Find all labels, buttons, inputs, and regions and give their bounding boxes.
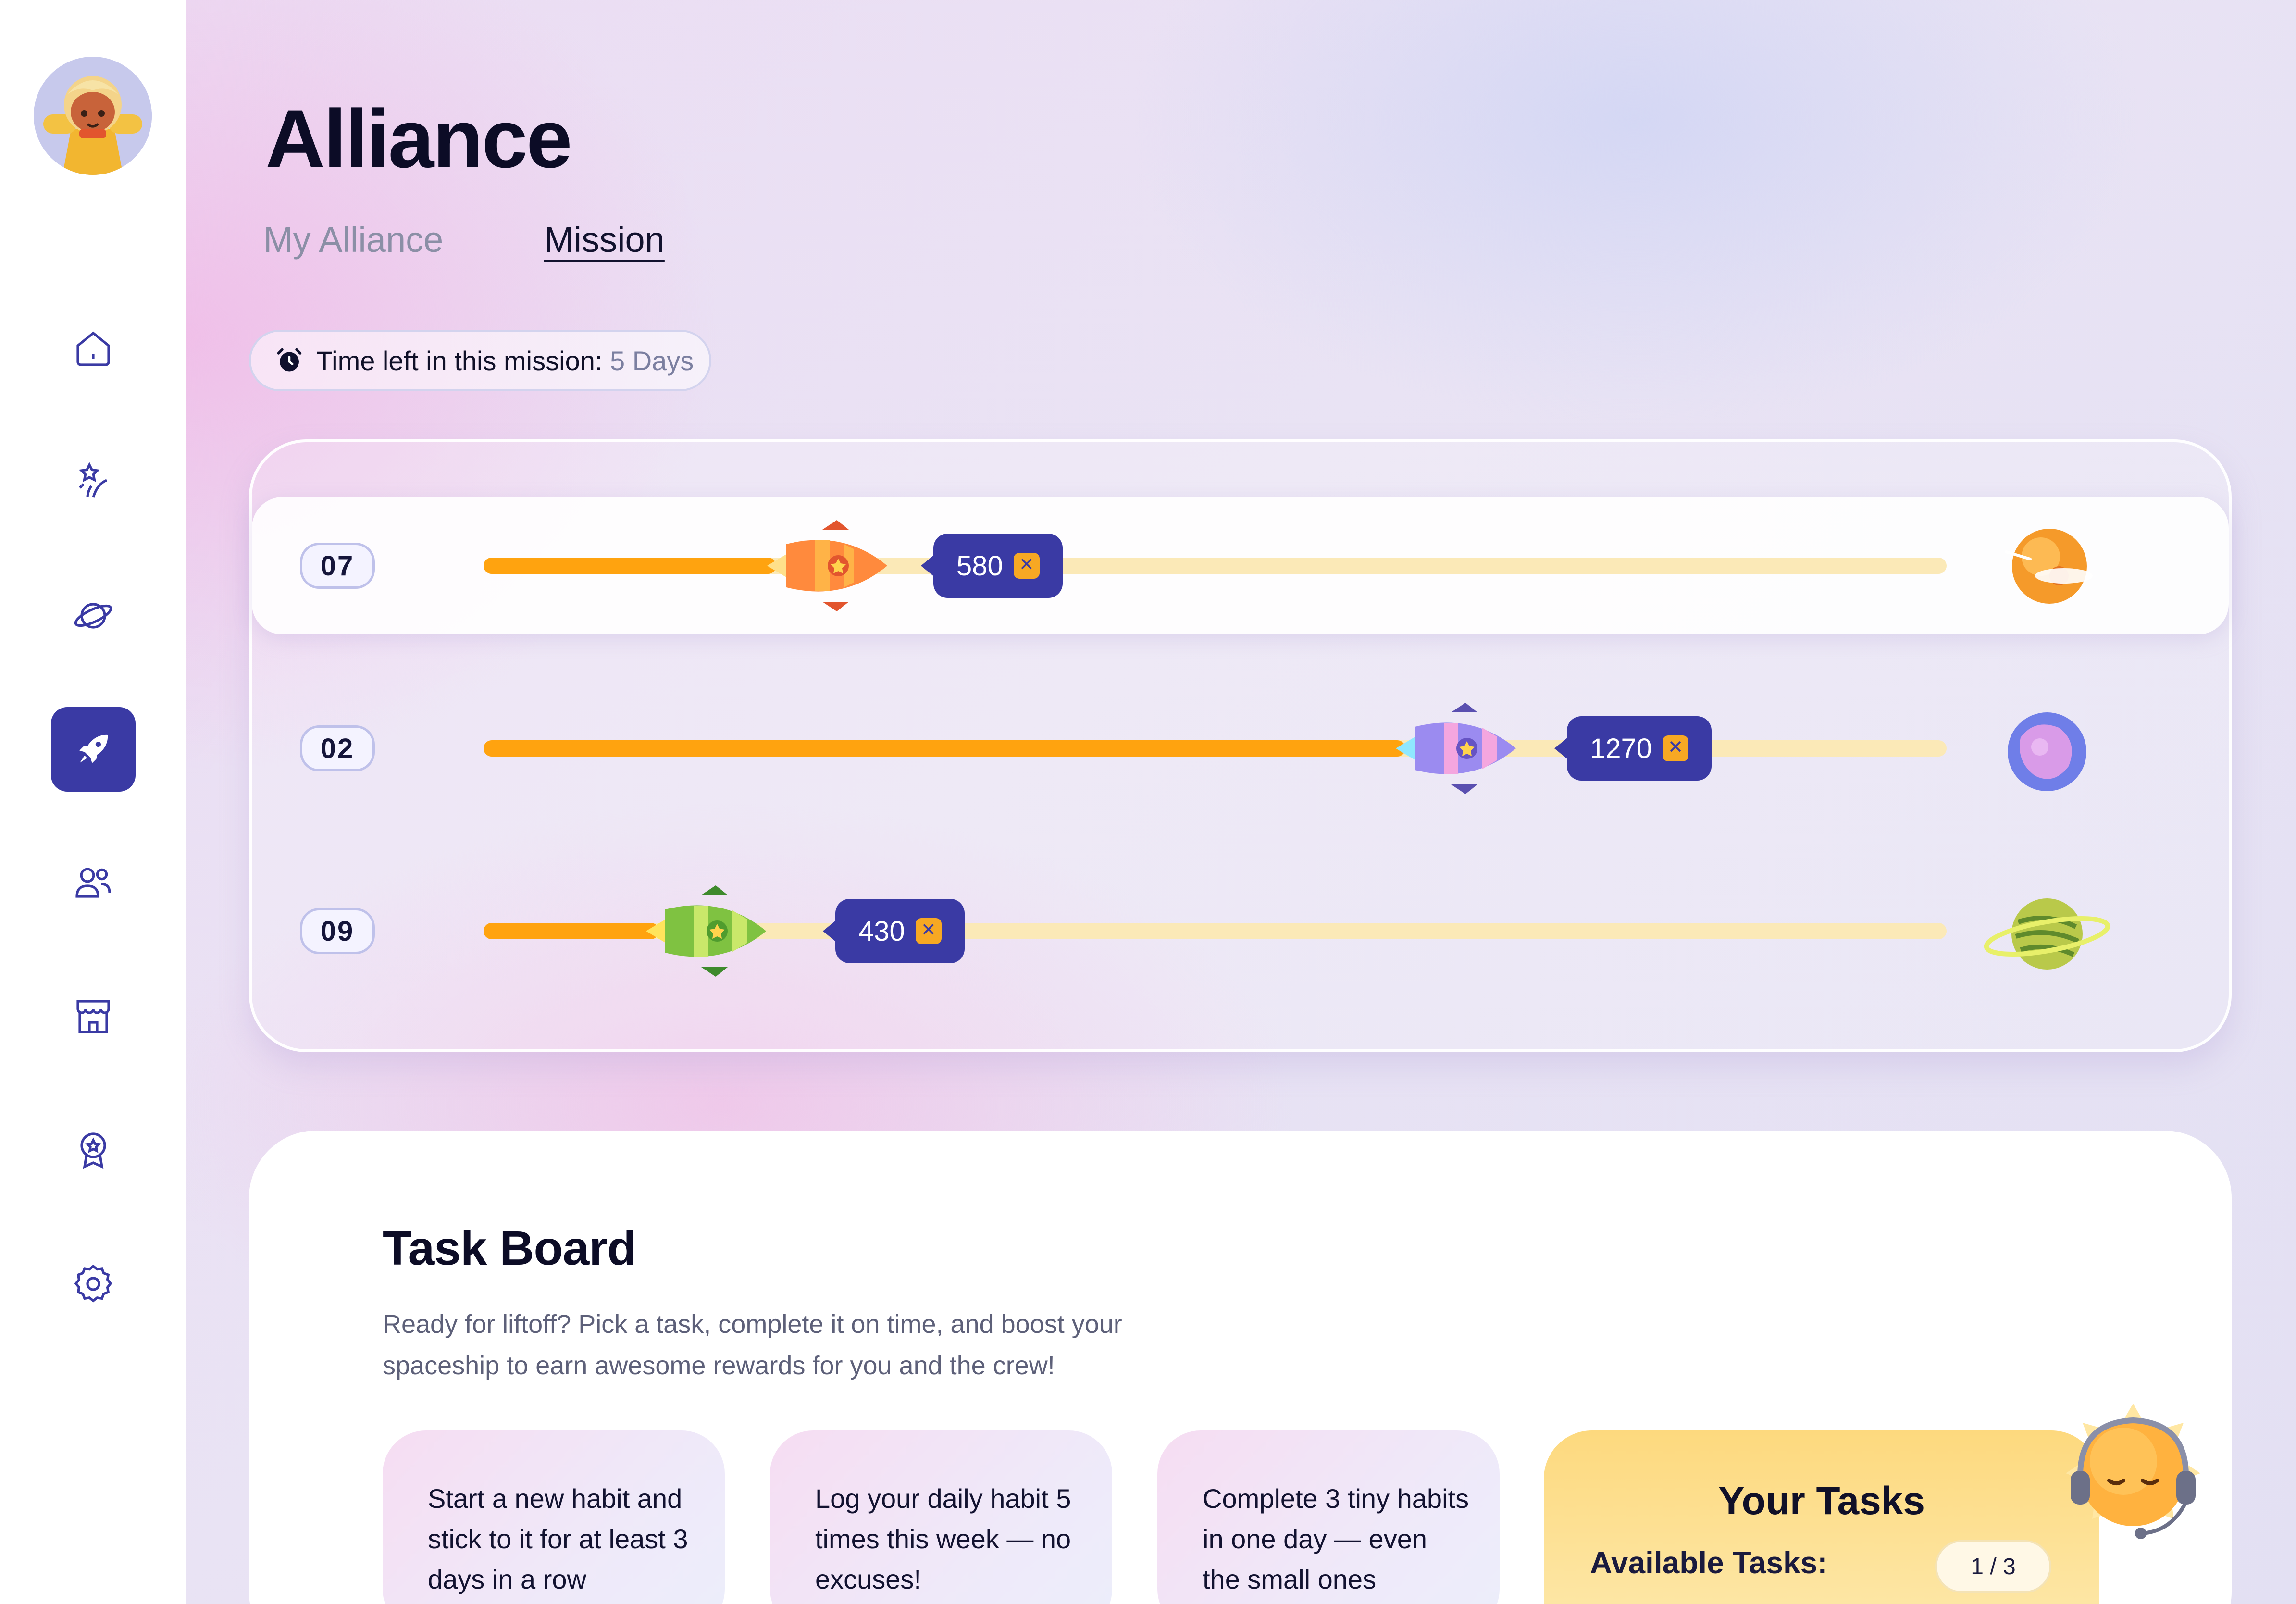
avatar-character-icon — [34, 57, 152, 175]
team-rank: 09 — [300, 908, 375, 954]
sidebar-item-settings[interactable] — [51, 1242, 136, 1326]
your-tasks-card[interactable]: Your Tasks Available Tasks: 1 / 3 — [1544, 1430, 2099, 1604]
task-card[interactable]: Complete 3 tiny habits in one day — even… — [1157, 1430, 1500, 1604]
avatar[interactable] — [34, 57, 152, 175]
progress-fill — [484, 923, 659, 939]
race-row: 02 1270 — [252, 680, 2229, 817]
spaceship-icon — [757, 515, 902, 619]
points-value: 580 — [956, 550, 1003, 582]
sidebar-item-mission[interactable] — [51, 707, 136, 792]
sidebar-item-home[interactable] — [51, 306, 136, 391]
race-row: 09 430 — [252, 862, 2229, 1000]
race-row: 07 580 — [252, 497, 2229, 634]
team-rank: 02 — [300, 725, 375, 771]
coin-icon — [915, 918, 942, 944]
coin-icon — [1663, 735, 1689, 761]
sidebar-item-shop[interactable] — [51, 974, 136, 1059]
rocket-icon — [79, 734, 108, 763]
home-icon — [76, 331, 110, 366]
sun-planet-icon — [1997, 523, 2102, 612]
timer-label: Time left in this mission: — [316, 345, 603, 376]
progress-fill — [484, 740, 1405, 757]
spaceship-icon — [1386, 698, 1530, 801]
your-tasks-title: Your Tasks — [1718, 1479, 1925, 1523]
mission-race-board: 07 580 ✕ 02 1270 ✕ 09 430 ✕ — [249, 439, 2232, 1052]
sidebar-item-sparkle[interactable] — [51, 440, 136, 524]
badge-icon — [80, 1132, 106, 1169]
task-card-text: Complete 3 tiny habits in one day — even… — [1203, 1483, 1469, 1594]
coin-icon — [1013, 553, 1040, 579]
task-card-text: Log your daily habit 5 times this week —… — [815, 1483, 1071, 1594]
sidebar — [0, 0, 186, 1604]
sidebar-item-users[interactable] — [51, 841, 136, 925]
team-rank: 07 — [300, 543, 375, 589]
purple-planet-icon — [2001, 709, 2093, 797]
sparkle-icon — [79, 462, 108, 498]
planet-icon — [74, 603, 112, 629]
task-board-description: Ready for liftoff? Pick a task, complete… — [383, 1310, 1122, 1380]
mission-timer: Time left in this mission: 5 Days — [249, 330, 711, 391]
task-card[interactable]: Start a new habit and stick to it for at… — [383, 1430, 725, 1604]
users-icon — [75, 868, 111, 898]
available-tasks-label: Available Tasks: — [1590, 1545, 1828, 1580]
points-badge: 580 — [921, 534, 1063, 598]
page-title: Alliance — [265, 93, 572, 185]
points-badge: 1270 — [1554, 716, 1712, 781]
task-card[interactable]: Log your daily habit 5 times this week —… — [770, 1430, 1112, 1604]
points-value: 430 — [858, 915, 905, 947]
timer-value: 5 Days — [609, 345, 694, 376]
sidebar-item-badge[interactable] — [51, 1108, 136, 1193]
assistant-mascot-icon[interactable] — [2051, 1394, 2215, 1550]
available-tasks-count: 1 / 3 — [1935, 1540, 2051, 1593]
task-card-text: Start a new habit and stick to it for at… — [428, 1483, 688, 1594]
points-value: 1270 — [1590, 733, 1652, 764]
tab-mission[interactable]: Mission — [544, 219, 665, 260]
tab-my-alliance[interactable]: My Alliance — [263, 219, 443, 260]
green-ringed-planet-icon — [1982, 888, 2112, 982]
spaceship-icon — [636, 881, 781, 984]
settings-icon — [74, 1264, 112, 1303]
progress-fill — [484, 558, 776, 574]
points-badge: 430 — [823, 899, 965, 963]
alarm-clock-icon — [277, 348, 302, 372]
task-board-title: Task Board — [383, 1221, 636, 1275]
sidebar-item-planet[interactable] — [51, 573, 136, 658]
shop-icon — [76, 1000, 110, 1033]
